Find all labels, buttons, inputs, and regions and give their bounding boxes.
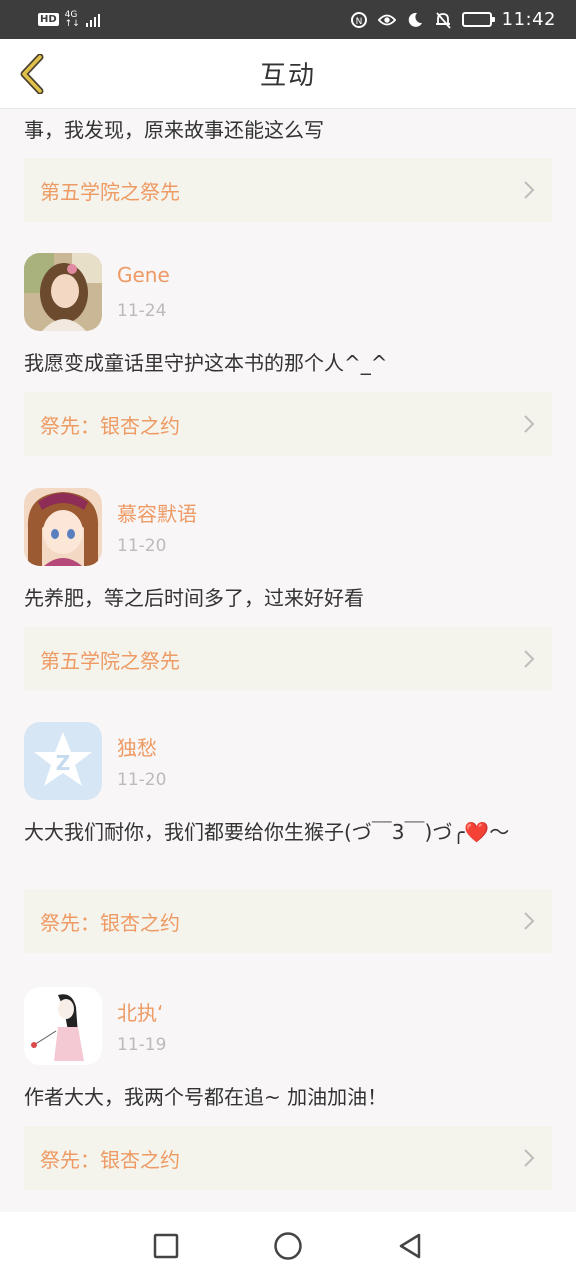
book-link[interactable]: 祭先：银杏之约 bbox=[24, 1126, 552, 1190]
comment-text: 先养肥，等之后时间多了，过来好好看 bbox=[24, 586, 364, 610]
username[interactable]: 北执ʻ bbox=[117, 997, 163, 1026]
battery-icon bbox=[461, 12, 495, 27]
clock: 11:42 bbox=[501, 9, 556, 30]
comment-text: 大大我们耐你，我们都要给你生猴子(づ￣3￣)づ╭❤️～ bbox=[24, 820, 510, 844]
book-link[interactable]: 祭先：银杏之约 bbox=[24, 889, 552, 953]
comment-date: 11-20 bbox=[117, 770, 167, 790]
network-type: 4G ↑↓ bbox=[64, 10, 80, 29]
book-link-label: 祭先：银杏之约 bbox=[40, 1147, 180, 1172]
signal-icon bbox=[85, 13, 100, 27]
system-nav-bar bbox=[0, 1212, 576, 1280]
chevron-right-icon bbox=[522, 648, 536, 670]
book-link[interactable]: 第五学院之祭先 bbox=[24, 158, 552, 222]
comment-text: 作者大大，我两个号都在追~ 加油加油！ bbox=[24, 1085, 388, 1109]
avatar[interactable] bbox=[24, 488, 102, 566]
home-button[interactable] bbox=[273, 1231, 303, 1261]
chevron-right-icon bbox=[522, 179, 536, 201]
comment-list[interactable]: 事，我发现，原来故事还能这么写 第五学院之祭先 Gene 11-24 我愿变成童… bbox=[0, 110, 576, 1212]
status-left: HD 4G ↑↓ bbox=[38, 10, 100, 29]
username[interactable]: 慕容默语 bbox=[117, 498, 197, 527]
svg-text:N: N bbox=[355, 17, 362, 27]
comment-text-partial: 事，我发现，原来故事还能这么写 bbox=[24, 118, 324, 142]
hd-badge: HD bbox=[38, 13, 59, 26]
book-link-label: 祭先：银杏之约 bbox=[40, 413, 180, 438]
username[interactable]: 独愁 bbox=[117, 732, 157, 761]
back-button[interactable] bbox=[12, 53, 52, 95]
avatar[interactable] bbox=[24, 987, 102, 1065]
book-link-label: 第五学院之祭先 bbox=[40, 648, 180, 673]
circle-icon bbox=[274, 1232, 302, 1260]
username[interactable]: Gene bbox=[117, 263, 170, 287]
back-nav-button[interactable] bbox=[395, 1231, 425, 1261]
book-link-label: 第五学院之祭先 bbox=[40, 179, 180, 204]
comment-text: 我愿变成童话里守护这本书的那个人^_^ bbox=[24, 351, 388, 375]
chevron-left-icon bbox=[20, 54, 44, 94]
moon-icon bbox=[406, 11, 424, 29]
triangle-back-icon bbox=[399, 1233, 421, 1259]
comment-date: 11-20 bbox=[117, 536, 167, 556]
eye-comfort-icon bbox=[377, 11, 396, 29]
chevron-right-icon bbox=[522, 413, 536, 435]
avatar[interactable] bbox=[24, 253, 102, 331]
book-link[interactable]: 祭先：银杏之约 bbox=[24, 392, 552, 456]
avatar[interactable]: Z bbox=[24, 722, 102, 800]
square-icon bbox=[153, 1233, 179, 1259]
book-link-label: 祭先：银杏之约 bbox=[40, 910, 180, 935]
chevron-right-icon bbox=[522, 910, 536, 932]
comment-date: 11-19 bbox=[117, 1035, 167, 1055]
chevron-right-icon bbox=[522, 1147, 536, 1169]
comment-date: 11-24 bbox=[117, 301, 167, 321]
book-link[interactable]: 第五学院之祭先 bbox=[24, 627, 552, 691]
nfc-icon: N bbox=[350, 11, 368, 29]
page-title: 互动 bbox=[259, 61, 316, 91]
network-arrows: ↑↓ bbox=[64, 18, 80, 29]
bell-off-icon bbox=[434, 11, 452, 29]
recents-button[interactable] bbox=[151, 1231, 181, 1261]
app-header: 互动 bbox=[0, 39, 576, 109]
status-bar: HD 4G ↑↓ N 11:42 bbox=[0, 0, 576, 39]
status-right: N 11:42 bbox=[350, 9, 556, 30]
svg-text:Z: Z bbox=[56, 751, 71, 775]
